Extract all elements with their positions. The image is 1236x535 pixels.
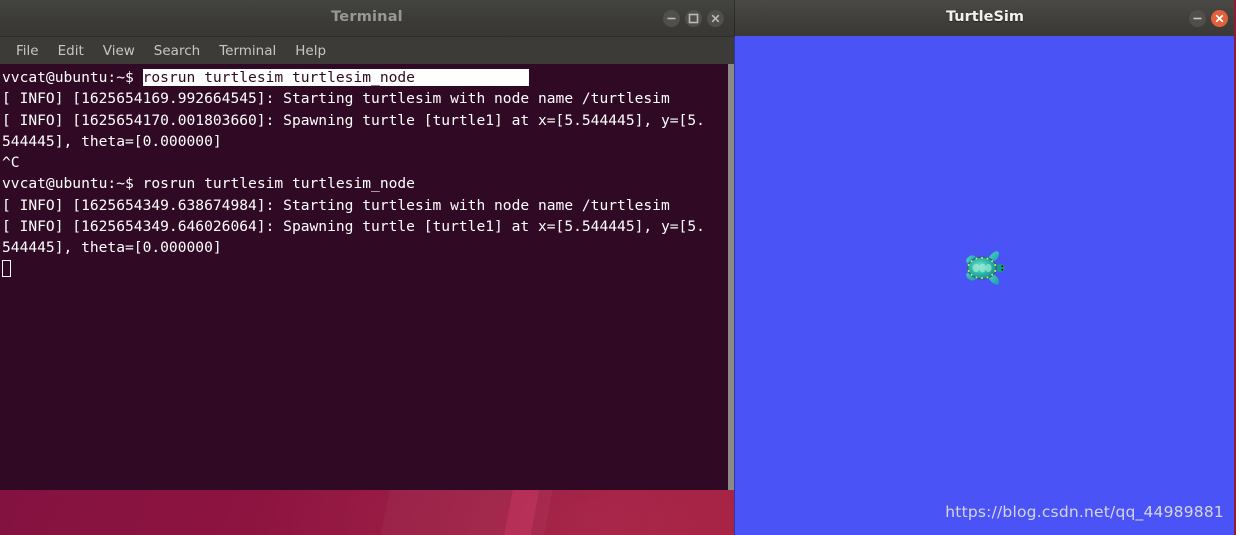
terminal-command-selected: rosrun turtlesim turtlesim_node	[142, 69, 530, 86]
terminal-window-title: Terminal	[331, 9, 403, 25]
terminal-menubar: File Edit View Search Terminal Help	[0, 37, 734, 65]
minimize-icon[interactable]	[1189, 9, 1206, 27]
terminal-output-area[interactable]: vvcat@ubuntu:~$ rosrun turtlesim turtles…	[0, 64, 728, 490]
menu-item-terminal[interactable]: Terminal	[211, 40, 284, 62]
terminal-output-line: ^C	[2, 154, 20, 172]
terminal-output-line: [ INFO] [1625654170.001803660]: Spawning…	[2, 111, 705, 129]
menu-item-view[interactable]: View	[95, 40, 143, 62]
turtlesim-left-edge	[734, 0, 735, 535]
terminal-output-line: [ INFO] [1625654169.992664545]: Starting…	[2, 90, 670, 108]
turtlesim-canvas[interactable]: https://blog.csdn.net/qq_44989881	[734, 36, 1236, 535]
turtlesim-window[interactable]: TurtleSim https://blog.csdn.net/qq_44989…	[734, 0, 1236, 535]
terminal-window[interactable]: Terminal File Edit View Search Terminal …	[0, 0, 734, 490]
terminal-text: vvcat@ubuntu:~$ rosrun turtlesim turtles…	[1, 65, 728, 280]
terminal-line: [ INFO] [1625654349.646026064]: Spawning…	[2, 216, 728, 237]
close-icon[interactable]	[707, 9, 724, 27]
terminal-line: vvcat@ubuntu:~$ rosrun turtlesim turtles…	[2, 173, 728, 194]
close-icon[interactable]	[1211, 9, 1228, 27]
maximize-icon[interactable]	[685, 9, 702, 27]
terminal-prompt: vvcat@ubuntu:~$	[2, 175, 143, 193]
terminal-titlebar[interactable]: Terminal	[0, 0, 734, 37]
terminal-output-line: 544445], theta=[0.000000]	[2, 239, 222, 257]
terminal-window-controls	[663, 0, 724, 36]
terminal-command: rosrun turtlesim turtlesim_node	[142, 175, 415, 193]
terminal-prompt: vvcat@ubuntu:~$	[2, 69, 143, 86]
terminal-output-line: [ INFO] [1625654349.646026064]: Spawning…	[2, 218, 705, 236]
minimize-icon[interactable]	[663, 9, 680, 27]
menu-item-file[interactable]: File	[8, 40, 47, 62]
terminal-cursor	[2, 259, 11, 277]
terminal-line: [ INFO] [1625654170.001803660]: Spawning…	[2, 110, 728, 131]
watermark-text: https://blog.csdn.net/qq_44989881	[945, 503, 1224, 521]
terminal-line	[2, 259, 728, 280]
terminal-output-line: [ INFO] [1625654349.638674984]: Starting…	[2, 196, 670, 214]
terminal-line: ^C	[2, 152, 728, 173]
turtle-sprite	[962, 246, 1006, 290]
menu-item-help[interactable]: Help	[287, 40, 334, 62]
turtlesim-window-title: TurtleSim	[945, 9, 1025, 25]
menu-item-edit[interactable]: Edit	[50, 40, 92, 62]
menu-item-search[interactable]: Search	[146, 40, 208, 62]
terminal-output-line: 544445], theta=[0.000000]	[2, 132, 222, 150]
terminal-line: [ INFO] [1625654169.992664545]: Starting…	[2, 88, 728, 109]
terminal-line: 544445], theta=[0.000000]	[2, 237, 728, 258]
terminal-line: 544445], theta=[0.000000]	[2, 131, 728, 152]
turtlesim-window-controls	[1189, 0, 1228, 36]
terminal-line: vvcat@ubuntu:~$ rosrun turtlesim turtles…	[2, 67, 728, 88]
terminal-line: [ INFO] [1625654349.638674984]: Starting…	[2, 195, 728, 216]
turtlesim-titlebar[interactable]: TurtleSim	[734, 0, 1236, 37]
